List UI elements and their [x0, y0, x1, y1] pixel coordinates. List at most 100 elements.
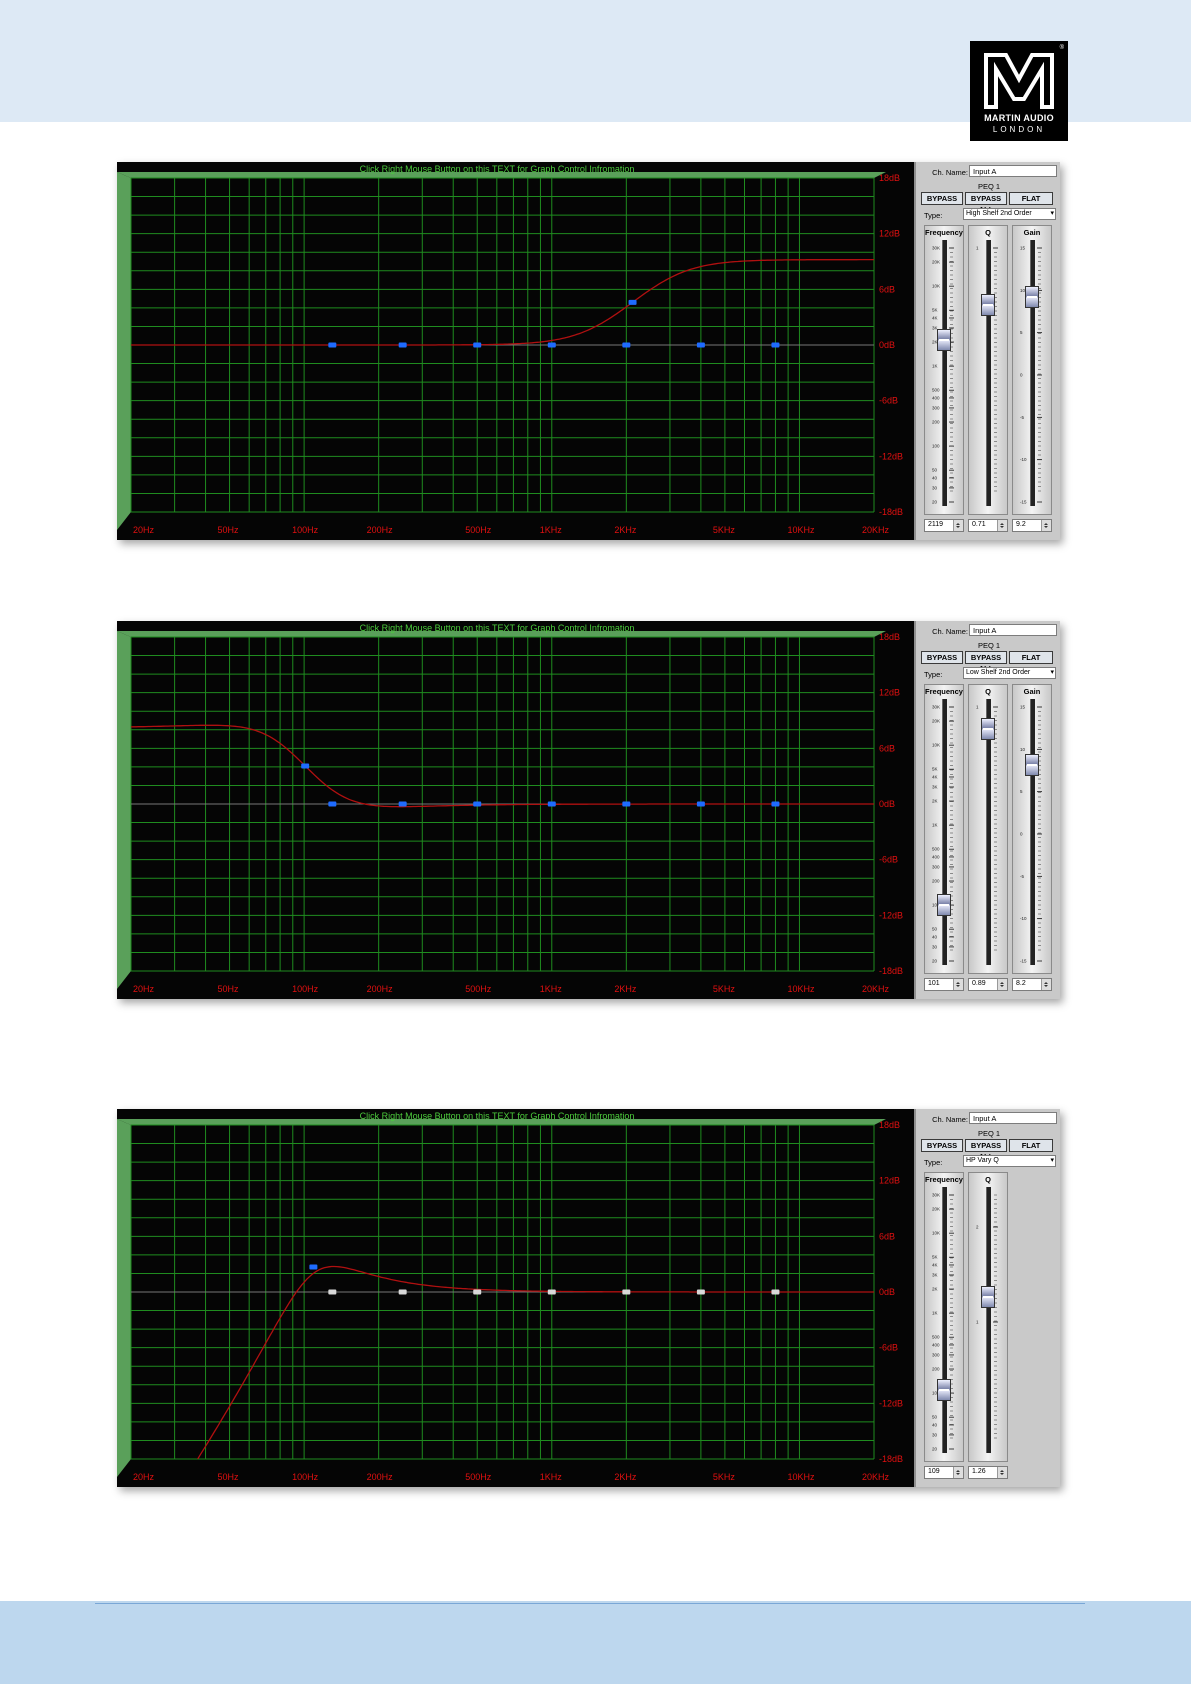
filter-handle[interactable]: [473, 1289, 482, 1295]
spinner-arrows-icon[interactable]: [1041, 979, 1051, 990]
filter-handle[interactable]: [398, 801, 407, 807]
graph-help-text[interactable]: Click Right Mouse Button on this TEXT fo…: [360, 623, 635, 633]
fader-knob[interactable]: [1025, 753, 1039, 776]
fader-scale-label: 5K: [932, 1255, 938, 1260]
spinner-arrows-icon[interactable]: [1041, 520, 1051, 531]
fader-scale-label: 30K: [932, 1193, 940, 1198]
bypass-button[interactable]: BYPASS: [921, 192, 963, 205]
dropdown-arrow-icon[interactable]: ▾: [1050, 209, 1054, 217]
flat-button[interactable]: FLAT: [1009, 651, 1053, 664]
filter-handle[interactable]: [328, 1289, 337, 1295]
filter-handle[interactable]: [771, 342, 780, 348]
fader-knob[interactable]: [981, 717, 995, 740]
fader-scale-label: 40: [932, 475, 938, 480]
filter-handle[interactable]: [547, 342, 556, 348]
filter-handle[interactable]: [473, 342, 482, 348]
x-axis-label: 50Hz: [218, 1472, 240, 1482]
graph-help-text[interactable]: Click Right Mouse Button on this TEXT fo…: [360, 1111, 635, 1121]
bypass-button[interactable]: BYPASS: [921, 651, 963, 664]
filter-handle[interactable]: [622, 342, 631, 348]
bypass-all-button[interactable]: BYPASS ALL: [965, 1139, 1007, 1161]
fader-knob[interactable]: [1025, 286, 1039, 309]
filter-handle[interactable]: [771, 801, 780, 807]
spinner-arrows-icon[interactable]: [953, 979, 963, 990]
y-axis-label: 18dB: [879, 1120, 900, 1130]
active-filter-handle[interactable]: [309, 1264, 318, 1270]
fader-frequency[interactable]: Frequency 30K 20K 10K 5K 4K 3K 2K 1K 500 400 300 200…: [924, 1172, 964, 1462]
fader-scale-label: -5: [1020, 415, 1024, 420]
graph-help-text[interactable]: Click Right Mouse Button on this TEXT fo…: [360, 164, 635, 174]
filter-handle[interactable]: [398, 1289, 407, 1295]
fader-scale-label: 30K: [932, 705, 940, 710]
fader-knob[interactable]: [937, 329, 951, 352]
dropdown-arrow-icon[interactable]: ▾: [1050, 1156, 1054, 1164]
active-filter-handle[interactable]: [301, 763, 310, 769]
flat-button[interactable]: FLAT: [1009, 192, 1053, 205]
active-filter-handle[interactable]: [628, 299, 637, 305]
fader-scale-label: 1: [976, 1320, 979, 1325]
y-axis-label: -6dB: [879, 396, 898, 406]
fader-q[interactable]: Q21: [968, 1172, 1008, 1462]
fader-frequency[interactable]: Frequency 30K 20K 10K 5K 4K 3K 2K 1K 500 400 300 200…: [924, 684, 964, 974]
fader-knob[interactable]: [981, 1286, 995, 1309]
filter-handle[interactable]: [398, 342, 407, 348]
fader-scale-label: 3K: [932, 1272, 938, 1277]
channel-name-input[interactable]: Input A: [969, 165, 1057, 177]
fader-q[interactable]: Q1: [968, 684, 1008, 974]
spinner-arrows-icon[interactable]: [997, 1467, 1007, 1478]
filter-handle[interactable]: [696, 801, 705, 807]
filter-handle[interactable]: [622, 801, 631, 807]
fader-value-spinbox[interactable]: 0.71: [968, 519, 1008, 532]
fader-value-spinbox[interactable]: 2119: [924, 519, 964, 532]
fader-value-spinbox[interactable]: 1.26: [968, 1466, 1008, 1479]
flat-button[interactable]: FLAT: [1009, 1139, 1053, 1152]
filter-handle[interactable]: [328, 801, 337, 807]
fader-frequency[interactable]: Frequency 30K 20K 10K 5K 4K 3K 2K 1K 500 400 300 200…: [924, 225, 964, 515]
channel-name-input[interactable]: Input A: [969, 624, 1057, 636]
eq-graph[interactable]: Click Right Mouse Button on this TEXT fo…: [117, 621, 914, 999]
fader-value-spinbox[interactable]: 101: [924, 978, 964, 991]
fader-gain[interactable]: Gain 15 10 5 0 -5 -10 -15: [1012, 684, 1052, 974]
eq-graph[interactable]: Click Right Mouse Button on this TEXT fo…: [117, 162, 914, 540]
page-footer-band: [0, 1601, 1191, 1684]
fader-scale-label: 40: [932, 1422, 938, 1427]
fader-scale-label: 20K: [932, 260, 940, 265]
fader-knob[interactable]: [937, 1379, 951, 1402]
filter-type-select[interactable]: High Shelf 2nd Order ▾: [963, 208, 1056, 220]
filter-type-select[interactable]: HP Vary Q ▾: [963, 1155, 1056, 1167]
fader-q[interactable]: Q1: [968, 225, 1008, 515]
fader-value-spinbox[interactable]: 9.2: [1012, 519, 1052, 532]
filter-handle[interactable]: [328, 342, 337, 348]
filter-handle[interactable]: [696, 342, 705, 348]
filter-handle[interactable]: [696, 1289, 705, 1295]
eq-graph[interactable]: Click Right Mouse Button on this TEXT fo…: [117, 1109, 914, 1487]
filter-handle[interactable]: [547, 801, 556, 807]
bypass-all-button[interactable]: BYPASS ALL: [965, 651, 1007, 673]
fader-scale-label: 1: [976, 246, 979, 251]
filter-handle[interactable]: [622, 1289, 631, 1295]
fader-scale-label: 2: [976, 1225, 979, 1230]
filter-handle[interactable]: [473, 801, 482, 807]
fader-knob[interactable]: [937, 893, 951, 916]
martin-audio-logo: ® MARTIN AUDIO LONDON: [970, 41, 1068, 141]
fader-value-spinbox[interactable]: 109: [924, 1466, 964, 1479]
fader-value-spinbox[interactable]: 8.2: [1012, 978, 1052, 991]
fader-scale-label: 5K: [932, 767, 938, 772]
channel-name-input[interactable]: Input A: [969, 1112, 1057, 1124]
filter-handle[interactable]: [547, 1289, 556, 1295]
fader-knob[interactable]: [981, 294, 995, 317]
spinner-arrows-icon[interactable]: [997, 520, 1007, 531]
fader-gain[interactable]: Gain 15 10 5 0 -5 -10 -15: [1012, 225, 1052, 515]
filter-type-select[interactable]: Low Shelf 2nd Order ▾: [963, 667, 1056, 679]
fader-scale-label: 10K: [932, 284, 940, 289]
bypass-all-button[interactable]: BYPASS ALL: [965, 192, 1007, 214]
fader-scale-label: 100: [932, 444, 940, 449]
filter-handle[interactable]: [771, 1289, 780, 1295]
fader-value-spinbox[interactable]: 0.89: [968, 978, 1008, 991]
spinner-arrows-icon[interactable]: [953, 520, 963, 531]
dropdown-arrow-icon[interactable]: ▾: [1050, 668, 1054, 676]
bypass-button[interactable]: BYPASS: [921, 1139, 963, 1152]
fader-scale-label: -5: [1020, 874, 1024, 879]
spinner-arrows-icon[interactable]: [997, 979, 1007, 990]
spinner-arrows-icon[interactable]: [953, 1467, 963, 1478]
